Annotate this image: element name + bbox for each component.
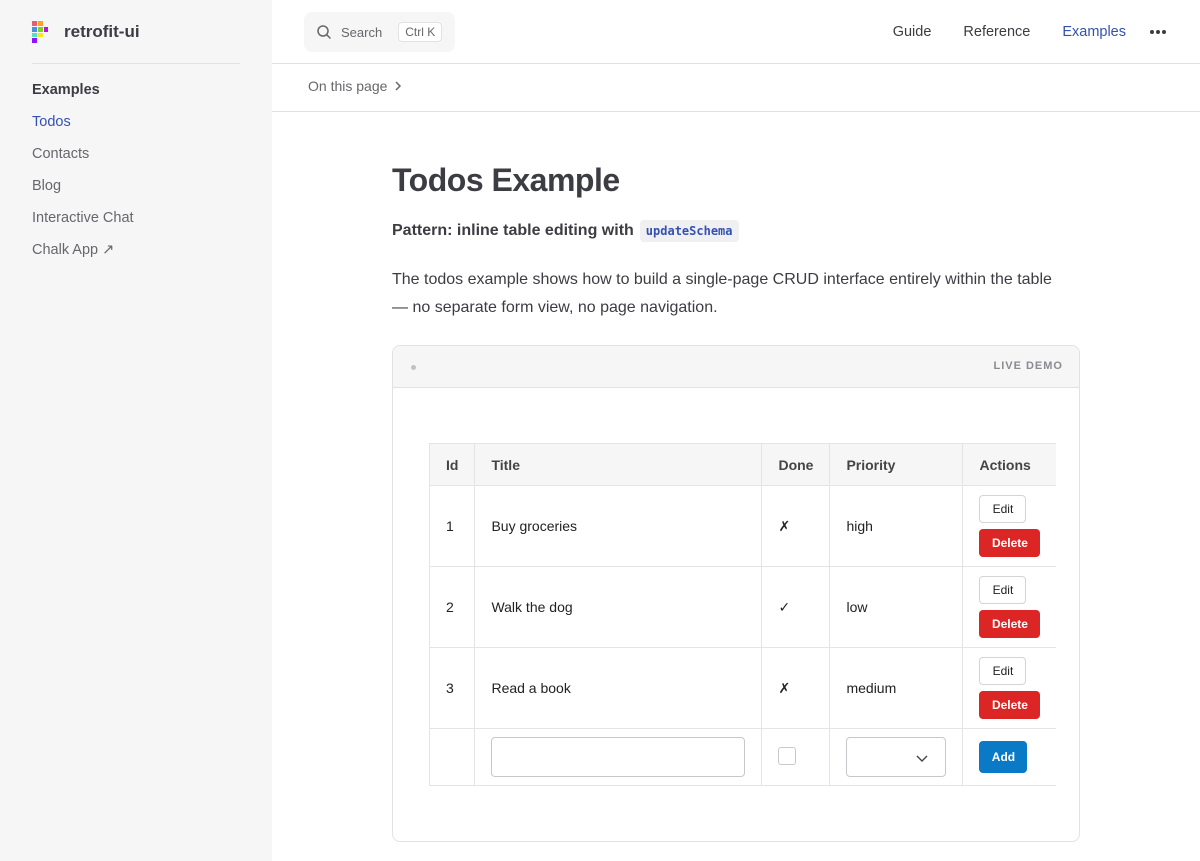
sidebar-heading: Examples xyxy=(32,82,100,98)
header-actions: Actions xyxy=(962,443,1057,486)
header-priority: Priority xyxy=(829,443,964,486)
page-description: The todos example shows how to build a s… xyxy=(392,271,1052,316)
live-demo-label: LIVE DEMO xyxy=(993,360,1063,372)
todos-table: Id Title Done Priority Actions 1 Buy gro… xyxy=(428,443,1057,786)
cell-done: ✗ xyxy=(761,485,831,567)
delete-button[interactable]: Delete xyxy=(979,529,1041,557)
done-checkbox[interactable] xyxy=(778,746,797,765)
live-demo-frame: LIVE DEMO Id Title Done Priority Actions… xyxy=(392,345,1080,842)
sidebar-item-interactive-chat[interactable]: Interactive Chat xyxy=(32,204,134,236)
cell-priority: low xyxy=(829,566,964,648)
sidebar-item-chalk-app[interactable]: Chalk App ↗ xyxy=(32,236,134,268)
search-label: Search xyxy=(341,24,383,40)
pattern-code: updateSchema xyxy=(639,220,739,242)
table-row: 2 Walk the dog ✓ low Edit Delete xyxy=(428,566,1057,648)
search-icon xyxy=(317,25,331,39)
pattern-line: Pattern: inline table editing with updat… xyxy=(392,220,739,242)
sidebar-item-todos[interactable]: Todos xyxy=(32,108,134,140)
search-shortcut: Ctrl K xyxy=(398,22,443,42)
demo-header: LIVE DEMO xyxy=(393,346,1079,388)
new-todo-row: Add xyxy=(428,728,1057,786)
on-this-page-label: On this page xyxy=(308,78,388,94)
nav-guide[interactable]: Guide xyxy=(893,24,932,40)
priority-select[interactable] xyxy=(846,737,947,777)
cell-done-input xyxy=(761,728,831,786)
add-button[interactable]: Add xyxy=(979,741,1028,773)
table-row: 3 Read a book ✗ medium Edit Delete xyxy=(428,647,1057,729)
cell-title: Read a book xyxy=(474,647,763,729)
cell-priority-input xyxy=(829,728,964,786)
sidebar-nav: Examples Todos Contacts Blog Interactive… xyxy=(32,76,134,268)
sidebar-divider xyxy=(32,63,240,64)
edit-button[interactable]: Edit xyxy=(979,657,1027,685)
cell-id: 1 xyxy=(428,485,476,567)
chevron-right-icon xyxy=(395,81,402,91)
delete-button[interactable]: Delete xyxy=(979,691,1041,719)
cell-done: ✗ xyxy=(761,647,831,729)
table-row: 1 Buy groceries ✗ high Edit Delete xyxy=(428,485,1057,567)
sidebar-item-blog[interactable]: Blog xyxy=(32,172,134,204)
cell-id-empty xyxy=(428,728,476,786)
on-this-page-button[interactable]: On this page xyxy=(308,78,403,94)
header-id: Id xyxy=(428,443,476,486)
cell-actions: Edit Delete xyxy=(962,485,1057,567)
cell-priority: medium xyxy=(829,647,964,729)
cell-add: Add xyxy=(962,728,1057,786)
sidebar-item-contacts[interactable]: Contacts xyxy=(32,140,134,172)
topbar: Search Ctrl K Guide Reference Examples xyxy=(272,0,1200,64)
retrofit-logo-icon xyxy=(32,21,54,43)
nav-reference[interactable]: Reference xyxy=(963,24,1030,40)
cell-actions: Edit Delete xyxy=(962,566,1057,648)
page-title: Todos Example xyxy=(392,162,620,198)
local-nav: On this page xyxy=(272,64,1200,112)
cell-done: ✓ xyxy=(761,566,831,648)
cell-id: 2 xyxy=(428,566,476,648)
top-nav: Guide Reference Examples xyxy=(861,0,1200,64)
delete-button[interactable]: Delete xyxy=(979,610,1041,638)
search-button[interactable]: Search Ctrl K xyxy=(304,12,455,52)
brand[interactable]: retrofit-ui xyxy=(32,20,140,44)
edit-button[interactable]: Edit xyxy=(979,495,1027,523)
cell-id: 3 xyxy=(428,647,476,729)
header-title: Title xyxy=(474,443,763,486)
title-input[interactable] xyxy=(491,737,746,777)
cell-title: Buy groceries xyxy=(474,485,763,567)
dot-icon xyxy=(411,365,416,370)
pattern-text: Pattern: inline table editing with xyxy=(392,222,634,239)
cell-title: Walk the dog xyxy=(474,566,763,648)
header-done: Done xyxy=(761,443,831,486)
table-header-row: Id Title Done Priority Actions xyxy=(428,443,1057,486)
sidebar: retrofit-ui Examples Todos Contacts Blog… xyxy=(0,0,272,861)
edit-button[interactable]: Edit xyxy=(979,576,1027,604)
cell-title-input xyxy=(474,728,763,786)
brand-name: retrofit-ui xyxy=(64,22,140,41)
nav-examples[interactable]: Examples xyxy=(1062,24,1126,40)
chevron-down-icon xyxy=(916,755,928,762)
more-icon[interactable] xyxy=(1150,24,1166,40)
cell-priority: high xyxy=(829,485,964,567)
cell-actions: Edit Delete xyxy=(962,647,1057,729)
